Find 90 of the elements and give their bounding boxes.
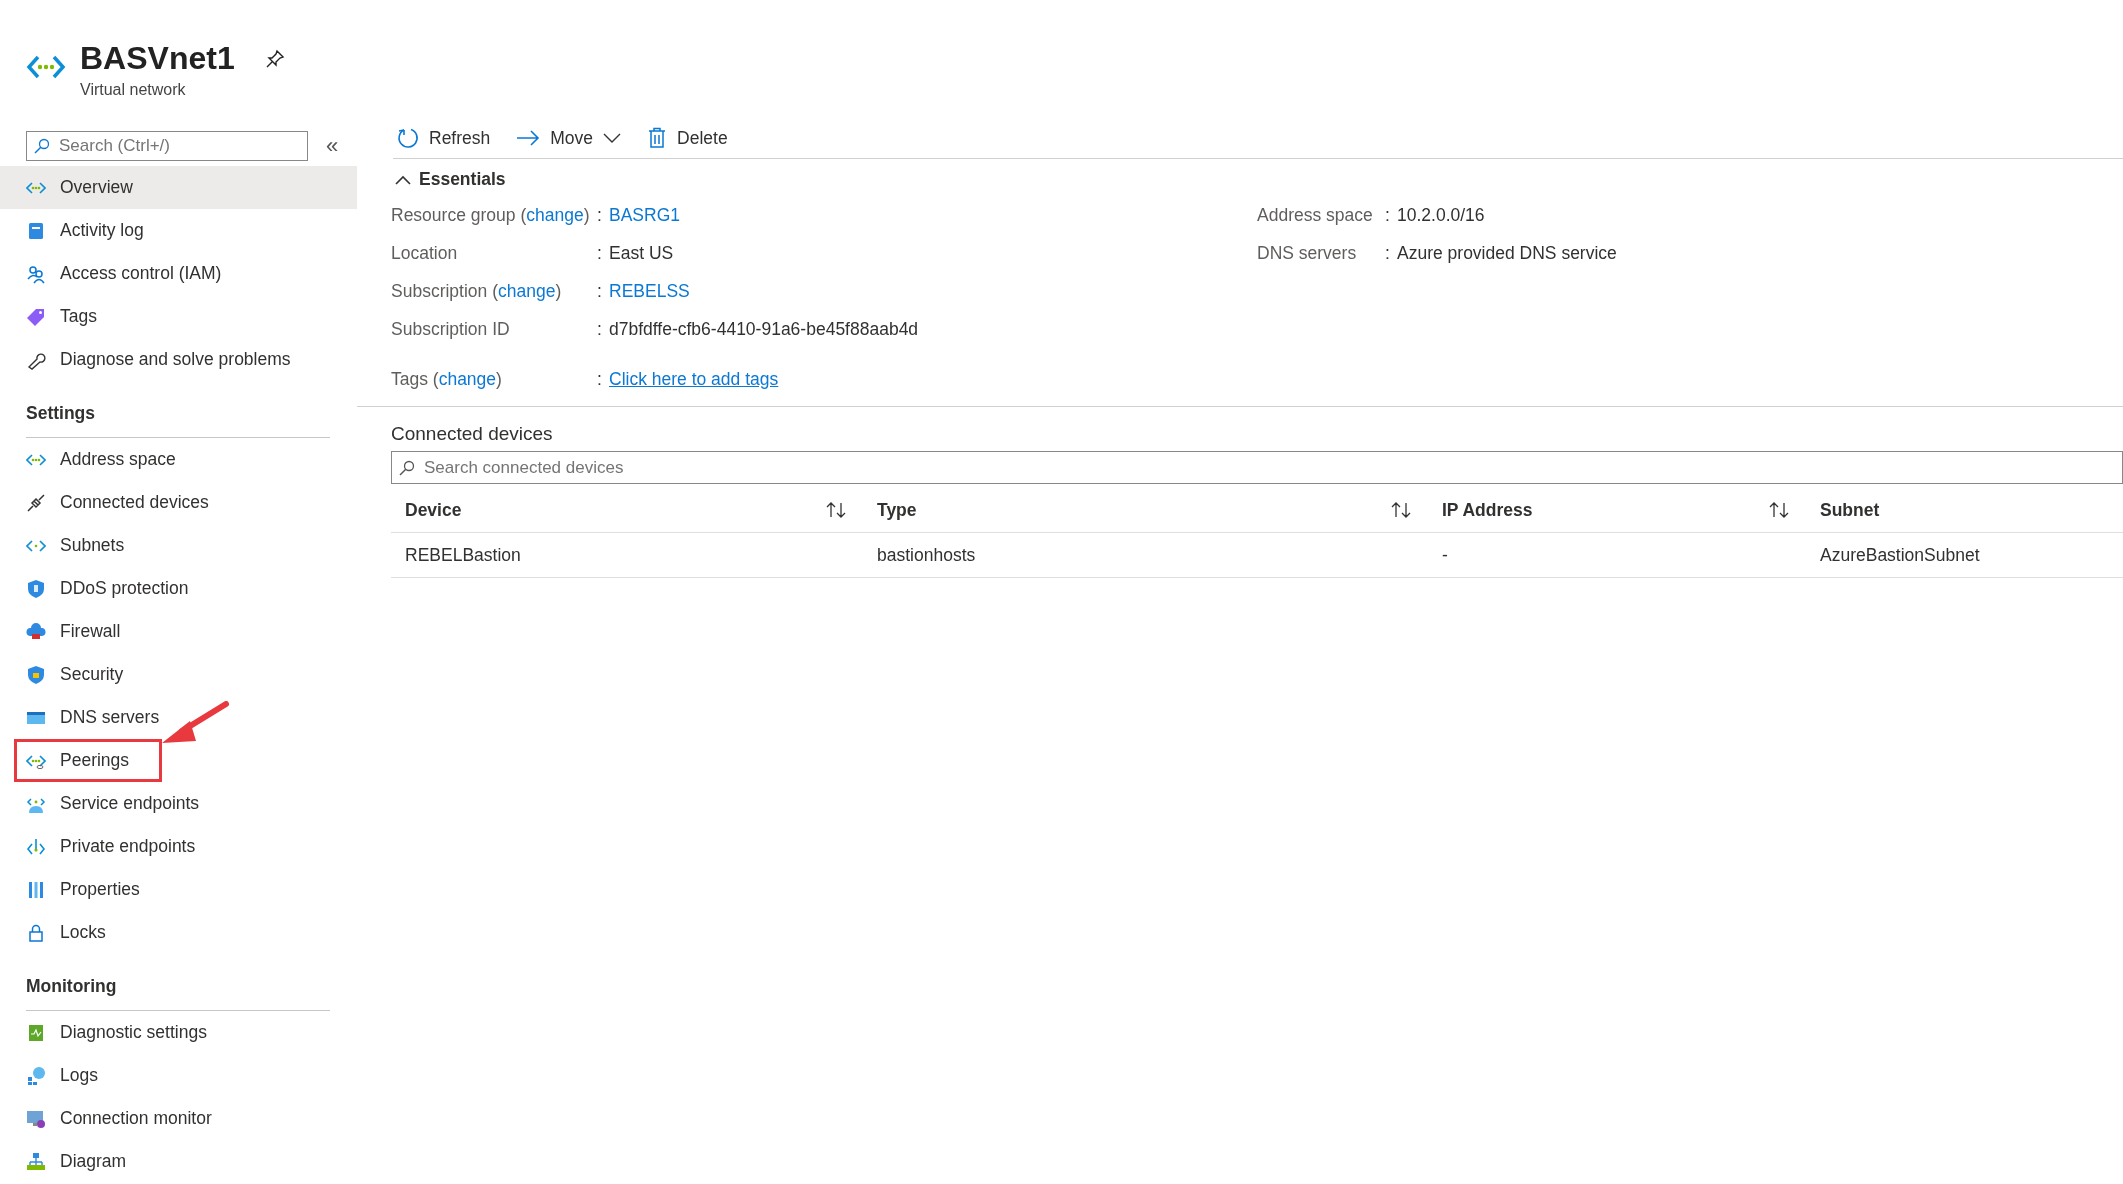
sidebar-item[interactable]: Overview	[0, 166, 357, 209]
change-link[interactable]: change	[526, 204, 584, 225]
people-icon	[26, 263, 46, 284]
search-icon	[34, 138, 50, 154]
book-icon	[26, 220, 46, 241]
sidebar-item[interactable]: Logs	[0, 1054, 357, 1097]
property-value: Azure provided DNS service	[1397, 242, 1617, 264]
property-label: Resource group (change)	[391, 204, 591, 226]
property-link[interactable]: BASRG1	[609, 204, 680, 226]
trash-icon	[647, 127, 668, 149]
column-header: Type	[877, 499, 917, 521]
property-value: 10.2.0.0/16	[1397, 204, 1485, 226]
colon-separator: :	[597, 318, 603, 340]
chart-book-icon	[26, 1022, 46, 1043]
sidebar-item[interactable]: Connection monitor	[0, 1097, 357, 1140]
section-heading: Settings	[26, 393, 330, 438]
sidebar-item[interactable]: Firewall	[0, 610, 357, 653]
column-header: Subnet	[1820, 499, 1880, 521]
colon-separator: :	[597, 280, 603, 302]
essentials-toggle[interactable]: Essentials	[391, 167, 510, 192]
sidebar-item[interactable]: Subnets	[0, 524, 357, 567]
move-button[interactable]: Move	[512, 123, 626, 153]
sidebar-item[interactable]: DDoS protection	[0, 567, 357, 610]
search-icon	[399, 459, 415, 476]
column-header: IP Address	[1442, 499, 1533, 521]
property-label: Subscription ID	[391, 318, 511, 340]
sort-icon[interactable]	[1390, 501, 1412, 519]
table-cell: bastionhosts	[877, 544, 976, 566]
bars-icon	[26, 879, 46, 900]
property-value: d7bfdffe-cfb6-4410-91a6-be45f88aab4d	[609, 318, 919, 340]
section-title: Connected devices	[391, 423, 554, 445]
section-heading: Monitoring	[26, 966, 330, 1011]
property-label: Tags (change)	[391, 369, 503, 390]
table-cell: -	[1442, 544, 1448, 566]
property-value: East US	[609, 242, 674, 264]
sidebar-item[interactable]: Address space	[0, 438, 357, 481]
sidebar-item[interactable]: Service endpoints	[0, 782, 357, 825]
change-link[interactable]: change	[498, 280, 556, 301]
change-link[interactable]: change	[438, 369, 497, 389]
sidebar-item[interactable]: Diagnose and solve problems	[0, 338, 357, 381]
property-label: DNS servers	[1257, 242, 1358, 264]
tag-icon	[26, 306, 46, 327]
sort-icon[interactable]	[825, 501, 847, 519]
property-link[interactable]: REBELSS	[609, 280, 690, 302]
colon-separator: :	[597, 242, 603, 264]
resource-title: BASVnet1	[80, 40, 235, 77]
chevron-down-icon	[603, 132, 622, 144]
sidebar-item[interactable]: Access control (IAM)	[0, 252, 357, 295]
sidebar-item[interactable]: Security	[0, 653, 357, 696]
sidebar-item[interactable]: Locks	[0, 911, 357, 954]
colon-separator: :	[597, 204, 603, 226]
sidebar-item[interactable]: Diagnostic settings	[0, 1011, 357, 1054]
column-header: Device	[405, 499, 462, 521]
sidebar-item[interactable]: Properties	[0, 868, 357, 911]
sidebar-item[interactable]: Tags	[0, 295, 357, 338]
logs-icon	[26, 1065, 46, 1086]
refresh-button[interactable]: Refresh	[393, 123, 495, 153]
pin-icon[interactable]	[264, 48, 285, 69]
add-tags-link[interactable]: Click here to add tags	[609, 369, 779, 390]
annotation-arrow	[160, 701, 230, 746]
network-pin-icon	[26, 836, 46, 857]
sidebar-item[interactable]: Private endpoints	[0, 825, 357, 868]
sidebar-item[interactable]: Activity log	[0, 209, 357, 252]
monitor-icon	[26, 1108, 46, 1129]
delete-button[interactable]: Delete	[643, 123, 732, 153]
plug-icon	[26, 492, 46, 513]
table-cell: REBELBastion	[405, 544, 521, 566]
shield-icon	[26, 578, 46, 599]
property-label: Location	[391, 242, 459, 264]
collapse-button[interactable]: «	[326, 133, 339, 159]
refresh-icon	[397, 127, 419, 149]
table-cell: AzureBastionSubnet	[1820, 544, 1980, 566]
property-label: Address space	[1257, 204, 1374, 226]
sidebar-item[interactable]: DNS servers	[0, 696, 357, 739]
property-label: Subscription (change)	[391, 280, 563, 302]
cloud-icon	[26, 621, 46, 642]
colon-separator: :	[597, 369, 603, 390]
shield-lock-icon	[26, 664, 46, 685]
search-field[interactable]: Search connected devices	[391, 451, 2123, 484]
colon-separator: :	[1385, 204, 1391, 226]
hierarchy-icon	[26, 1151, 46, 1172]
lock-icon	[26, 922, 46, 943]
resource-type: Virtual network	[80, 81, 187, 99]
colon-separator: :	[1385, 242, 1391, 264]
sidebar-item[interactable]: Diagram	[0, 1140, 357, 1183]
search-field[interactable]: Search (Ctrl+/)	[26, 131, 308, 161]
sidebar-item[interactable]: Peerings	[14, 739, 162, 782]
sort-icon[interactable]	[1768, 501, 1790, 519]
sidebar-item[interactable]: Connected devices	[0, 481, 357, 524]
chevron-up-icon	[395, 174, 411, 185]
